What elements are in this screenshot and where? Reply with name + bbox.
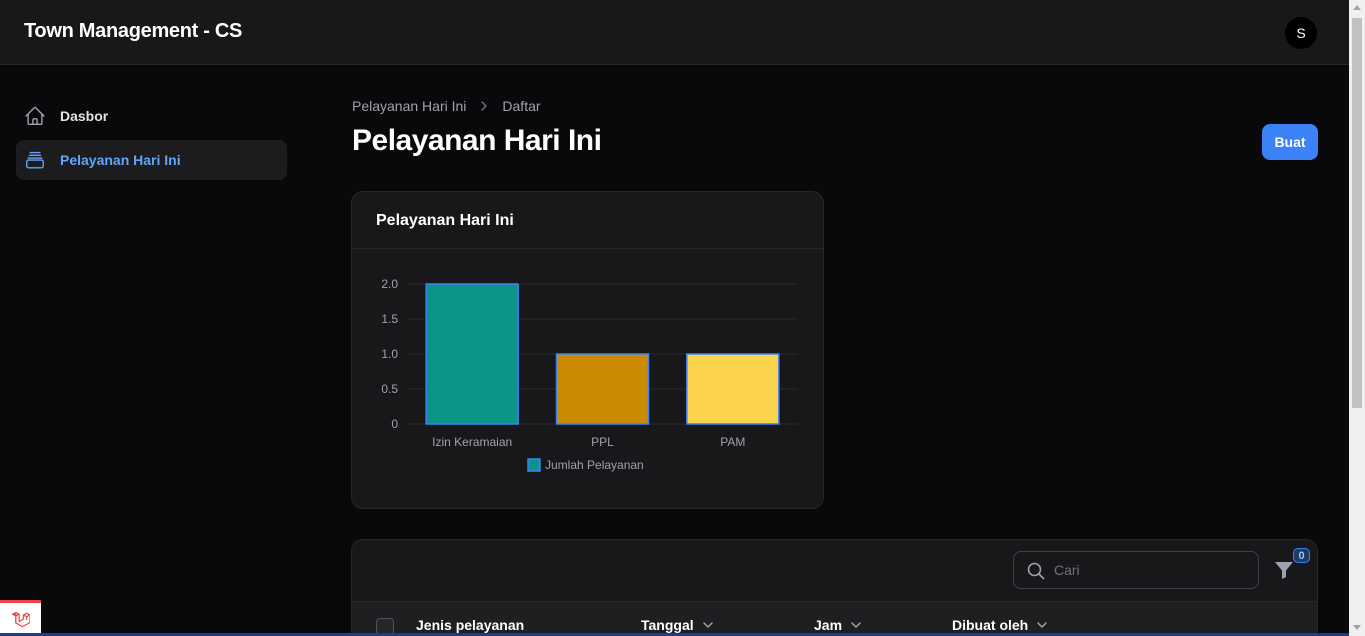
inbox-stack-icon: [26, 151, 44, 169]
y-tick-label: 0: [391, 417, 398, 431]
sidebar-item-label: Pelayanan Hari Ini: [60, 152, 181, 168]
x-tick-label: PPL: [591, 435, 614, 449]
y-tick-label: 2.0: [381, 277, 398, 291]
sidebar-item-label: Dasbor: [60, 108, 109, 124]
chevron-right-icon: [481, 101, 488, 111]
y-tick-label: 0.5: [381, 382, 398, 396]
chart-bar: [686, 353, 780, 425]
page-title: Pelayanan Hari Ini: [352, 124, 602, 157]
scroll-down-arrow-icon[interactable]: [1353, 625, 1361, 630]
legend-swatch: [527, 458, 541, 472]
scrollbar-thumb[interactable]: [1352, 18, 1362, 408]
column-header-jam[interactable]: Jam: [814, 617, 862, 633]
filter-icon[interactable]: [1272, 558, 1296, 582]
column-label: Jenis pelayanan: [416, 617, 525, 633]
chart-widget: Pelayanan Hari Ini 0 0.5 1.0 1.5 2.0 Izin Ker…: [351, 191, 824, 509]
top-bar: Town Management - CS S: [0, 0, 1349, 65]
chart-bar: [555, 353, 650, 425]
legend-label: Jumlah Pelayanan: [545, 458, 644, 472]
chevron-down-icon: [702, 622, 713, 629]
create-button[interactable]: Buat: [1262, 124, 1318, 160]
sidebar-item-pelayanan-hari-ini[interactable]: Pelayanan Hari Ini: [16, 140, 287, 180]
chevron-down-icon: [851, 622, 861, 629]
search-input[interactable]: [1054, 560, 1244, 580]
filter-count-badge: 0: [1293, 548, 1310, 563]
column-label: Tanggal: [641, 617, 694, 633]
sidebar: Dasbor Pelayanan Hari Ini: [0, 65, 310, 636]
bar-chart: 0 0.5 1.0 1.5 2.0 Izin Keramaian PPL PAM Jumlah …: [381, 277, 798, 472]
y-tick-label: 1.0: [381, 347, 398, 361]
widget-divider: [352, 248, 823, 249]
vertical-scrollbar[interactable]: [1349, 0, 1365, 636]
x-tick-label: Izin Keramaian: [432, 435, 512, 449]
column-label: Jam: [814, 617, 843, 633]
breadcrumb-item[interactable]: Pelayanan Hari Ini: [352, 98, 466, 114]
table-header: Jenis pelayanan Tanggal Jam Dibuat oleh: [352, 601, 1317, 636]
search-box: [1013, 551, 1259, 589]
laravel-debugbar-button[interactable]: [0, 600, 41, 636]
app-title[interactable]: Town Management - CS: [24, 20, 242, 43]
breadcrumb-item[interactable]: Daftar: [502, 98, 540, 114]
column-header-jenis-pelayanan[interactable]: Jenis pelayanan: [416, 617, 524, 633]
y-tick-label: 1.5: [381, 312, 398, 326]
home-icon: [25, 106, 45, 125]
user-avatar[interactable]: S: [1285, 17, 1317, 49]
x-tick-label: PAM: [720, 435, 745, 449]
column-label: Dibuat oleh: [952, 617, 1029, 633]
breadcrumb: Pelayanan Hari Ini Daftar: [352, 98, 541, 114]
widget-title: Pelayanan Hari Ini: [376, 212, 514, 229]
search-icon: [1027, 562, 1045, 580]
scroll-up-arrow-icon[interactable]: [1353, 5, 1361, 10]
laravel-logo-icon: [11, 611, 30, 628]
column-header-tanggal[interactable]: Tanggal: [641, 617, 714, 633]
records-table: 0 Jenis pelayanan Tanggal Jam Dibuat ole…: [351, 539, 1318, 636]
chart-bar: [425, 283, 519, 425]
sidebar-item-dasbor[interactable]: Dasbor: [16, 96, 287, 136]
chevron-down-icon: [1037, 622, 1047, 629]
column-header-dibuat-oleh[interactable]: Dibuat oleh: [952, 617, 1048, 633]
